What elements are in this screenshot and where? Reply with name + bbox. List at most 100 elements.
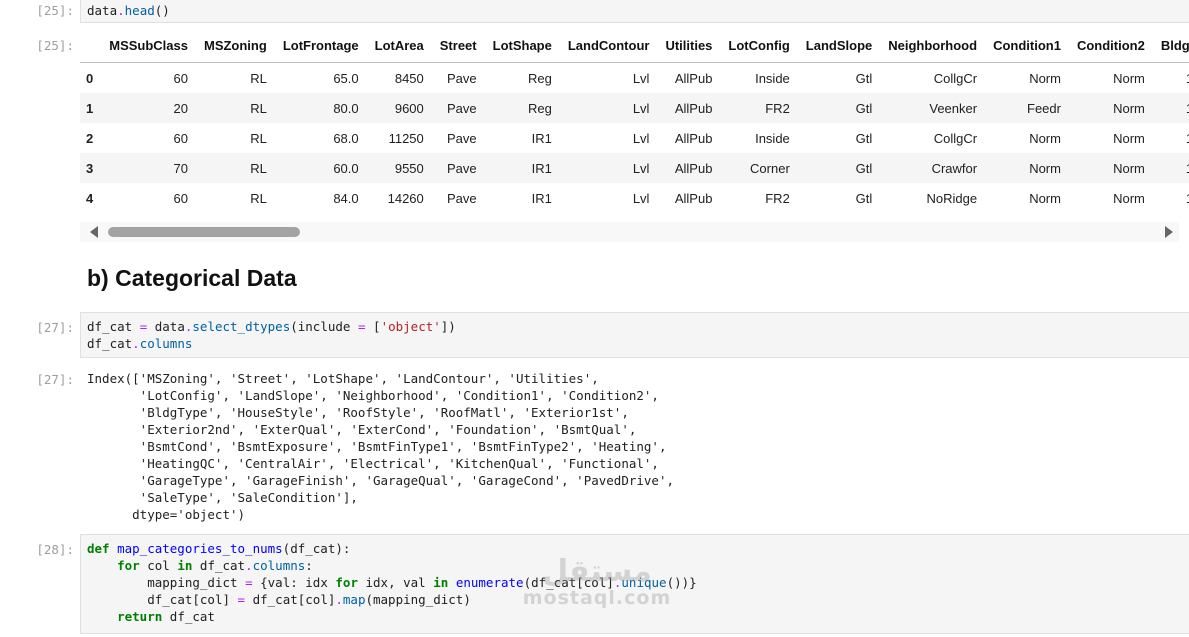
code-token: (include	[290, 319, 358, 334]
table-cell: 1Fam	[1153, 123, 1189, 153]
table-cell: 60	[173, 70, 188, 86]
table-cell: Gtl	[855, 100, 873, 116]
code-token: data	[147, 319, 185, 334]
table-cell: 14260	[387, 190, 424, 206]
table-cell: Norm	[1113, 100, 1145, 116]
column-header: LandContour	[559, 28, 658, 63]
row-index: 4	[86, 190, 94, 206]
column-header: MSSubClass	[101, 28, 196, 63]
column-header: LotConfig	[720, 28, 798, 63]
column-header: Utilities	[657, 28, 721, 63]
table-cell: Gtl	[855, 160, 873, 176]
cell-27-code-editor[interactable]: df_cat = data.select_dtypes(include = ['…	[80, 312, 1189, 358]
code-token: in	[177, 558, 193, 573]
row-index: 3	[86, 160, 94, 176]
table-cell: CollgCr	[933, 70, 978, 86]
table-cell: NoRidge	[926, 190, 978, 206]
table-cell: 60	[173, 190, 188, 206]
code-token: return	[117, 609, 163, 624]
code-token: in	[433, 575, 449, 590]
row-index: 2	[86, 130, 94, 146]
table-cell: Pave	[446, 100, 477, 116]
code-token: select_dtypes	[192, 319, 291, 334]
code-token: for	[117, 558, 140, 573]
table-cell: FR2	[765, 100, 790, 116]
table-cell: Lvl	[632, 130, 650, 146]
table-cell: Norm	[1113, 190, 1145, 206]
dataframe-output[interactable]: MSSubClass MSZoning LotFrontage LotArea Stre…	[80, 28, 1189, 246]
column-header: MSZoning	[195, 28, 275, 63]
column-header: LotFrontage	[274, 28, 367, 63]
code-token: {val: idx	[252, 575, 336, 590]
code-token: df_cat[col]	[245, 592, 336, 607]
table-cell: Pave	[446, 130, 477, 146]
code-token: idx, val	[357, 575, 434, 590]
code-token: mapping_dict	[147, 575, 246, 590]
table-cell: 1Fam	[1153, 153, 1189, 183]
table-cell: RL	[250, 190, 267, 206]
column-header: Condition1	[985, 28, 1069, 63]
table-cell: IR1	[531, 130, 552, 146]
table-cell: AllPub	[674, 160, 713, 176]
table-row: 1 20 RL 80.0 9600 Pave Reg Lvl AllPub FR2 Gtl Veenk…	[80, 93, 1189, 123]
table-cell: 8450	[394, 70, 424, 86]
scroll-right-arrow-icon[interactable]	[1165, 226, 1173, 238]
code-token: df_cat	[87, 319, 140, 334]
code-token: :	[305, 558, 313, 573]
scrollbar-thumb[interactable]	[108, 227, 300, 237]
code-token: df_cat	[162, 609, 215, 624]
code-token: map_categories_to_nums	[109, 541, 283, 556]
table-cell: AllPub	[674, 100, 713, 116]
code-token: enumerate	[455, 575, 524, 590]
table-cell: Reg	[528, 100, 552, 116]
column-header: Street	[431, 28, 485, 63]
table-cell: 9550	[394, 160, 424, 176]
table-cell: RL	[250, 70, 267, 86]
cell-28-code-editor[interactable]: def map_categories_to_nums(df_cat): for …	[80, 534, 1189, 634]
table-cell: FR2	[765, 190, 790, 206]
cell-27-output-text: Index(['MSZoning', 'Street', 'LotShape',…	[87, 371, 674, 522]
code-token: ())}	[666, 575, 697, 590]
dataframe-index-header	[80, 28, 102, 63]
table-cell: Norm	[1029, 190, 1061, 206]
table-cell: Corner	[750, 160, 790, 176]
table-cell: Inside	[755, 130, 790, 146]
code-token: data	[87, 3, 118, 18]
table-cell: RL	[250, 160, 267, 176]
cell-25-output-prompt: [25]:	[36, 38, 74, 53]
column-header: LotShape	[484, 28, 560, 63]
table-cell: Norm	[1029, 70, 1061, 86]
table-cell: 60.0	[333, 160, 359, 176]
horizontal-scrollbar[interactable]	[80, 222, 1179, 242]
cell-28-input-prompt: [28]:	[36, 542, 74, 557]
code-token: (df_cat):	[282, 541, 351, 556]
table-cell: Lvl	[632, 160, 650, 176]
cell-27-input-prompt: [27]:	[36, 320, 74, 335]
code-token: =	[245, 575, 253, 590]
column-header: LandSlope	[797, 28, 881, 63]
table-cell: Norm	[1029, 130, 1061, 146]
scroll-left-arrow-icon[interactable]	[90, 226, 98, 238]
cell-25-input-prompt: [25]:	[36, 3, 74, 18]
table-cell: Pave	[446, 70, 477, 86]
code-token: columns	[252, 558, 306, 573]
table-cell: 1Fam	[1153, 63, 1189, 94]
cell-25-code-editor[interactable]: data.head()	[80, 0, 1189, 23]
table-row: 3 70 RL 60.0 9550 Pave IR1 Lvl AllPub Corner Gtl Cr…	[80, 153, 1189, 183]
column-header: LotArea	[366, 28, 432, 63]
table-cell: Inside	[755, 70, 790, 86]
table-cell: Gtl	[855, 70, 873, 86]
code-token: .	[335, 592, 343, 607]
table-cell: 20	[173, 100, 188, 116]
table-cell: Norm	[1113, 130, 1145, 146]
row-index: 0	[86, 70, 94, 86]
table-cell: AllPub	[674, 190, 713, 206]
table-cell: 11250	[388, 130, 424, 146]
code-token: df_cat	[192, 558, 246, 573]
table-cell: Pave	[446, 160, 477, 176]
